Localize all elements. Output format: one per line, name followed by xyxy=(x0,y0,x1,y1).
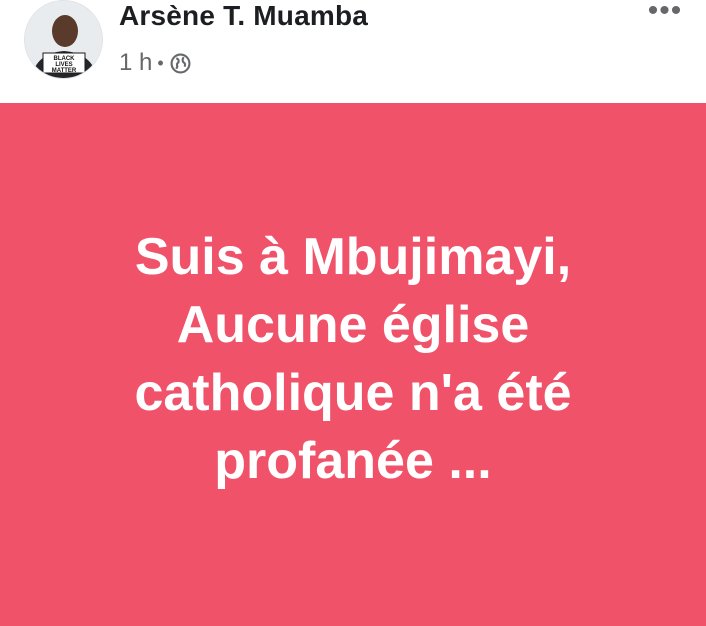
avatar[interactable]: BLACK LIVES MATTER xyxy=(24,0,103,79)
status-line: catholique n'a été xyxy=(134,363,572,422)
post-header: BLACK LIVES MATTER Arsène T. Muamba 1 h … xyxy=(0,0,706,103)
status-background: Suis à Mbujimayi, Aucune église catholiq… xyxy=(0,103,706,626)
avatar-badge-line-3: MATTER xyxy=(52,68,77,74)
status-text: Suis à Mbujimayi, Aucune église catholiq… xyxy=(134,223,571,495)
meta-separator: • xyxy=(157,53,164,73)
status-line: profanée ... xyxy=(214,431,492,490)
status-line: Suis à Mbujimayi, xyxy=(134,227,572,286)
status-line: Aucune église xyxy=(176,295,530,354)
more-options-button[interactable]: ••• xyxy=(643,0,687,26)
post-timestamp[interactable]: 1 h xyxy=(119,49,152,77)
avatar-image: BLACK LIVES MATTER xyxy=(25,1,102,78)
author-name[interactable]: Arsène T. Muamba xyxy=(119,0,368,32)
post-meta: 1 h • xyxy=(119,49,191,77)
globe-icon[interactable] xyxy=(170,53,191,74)
